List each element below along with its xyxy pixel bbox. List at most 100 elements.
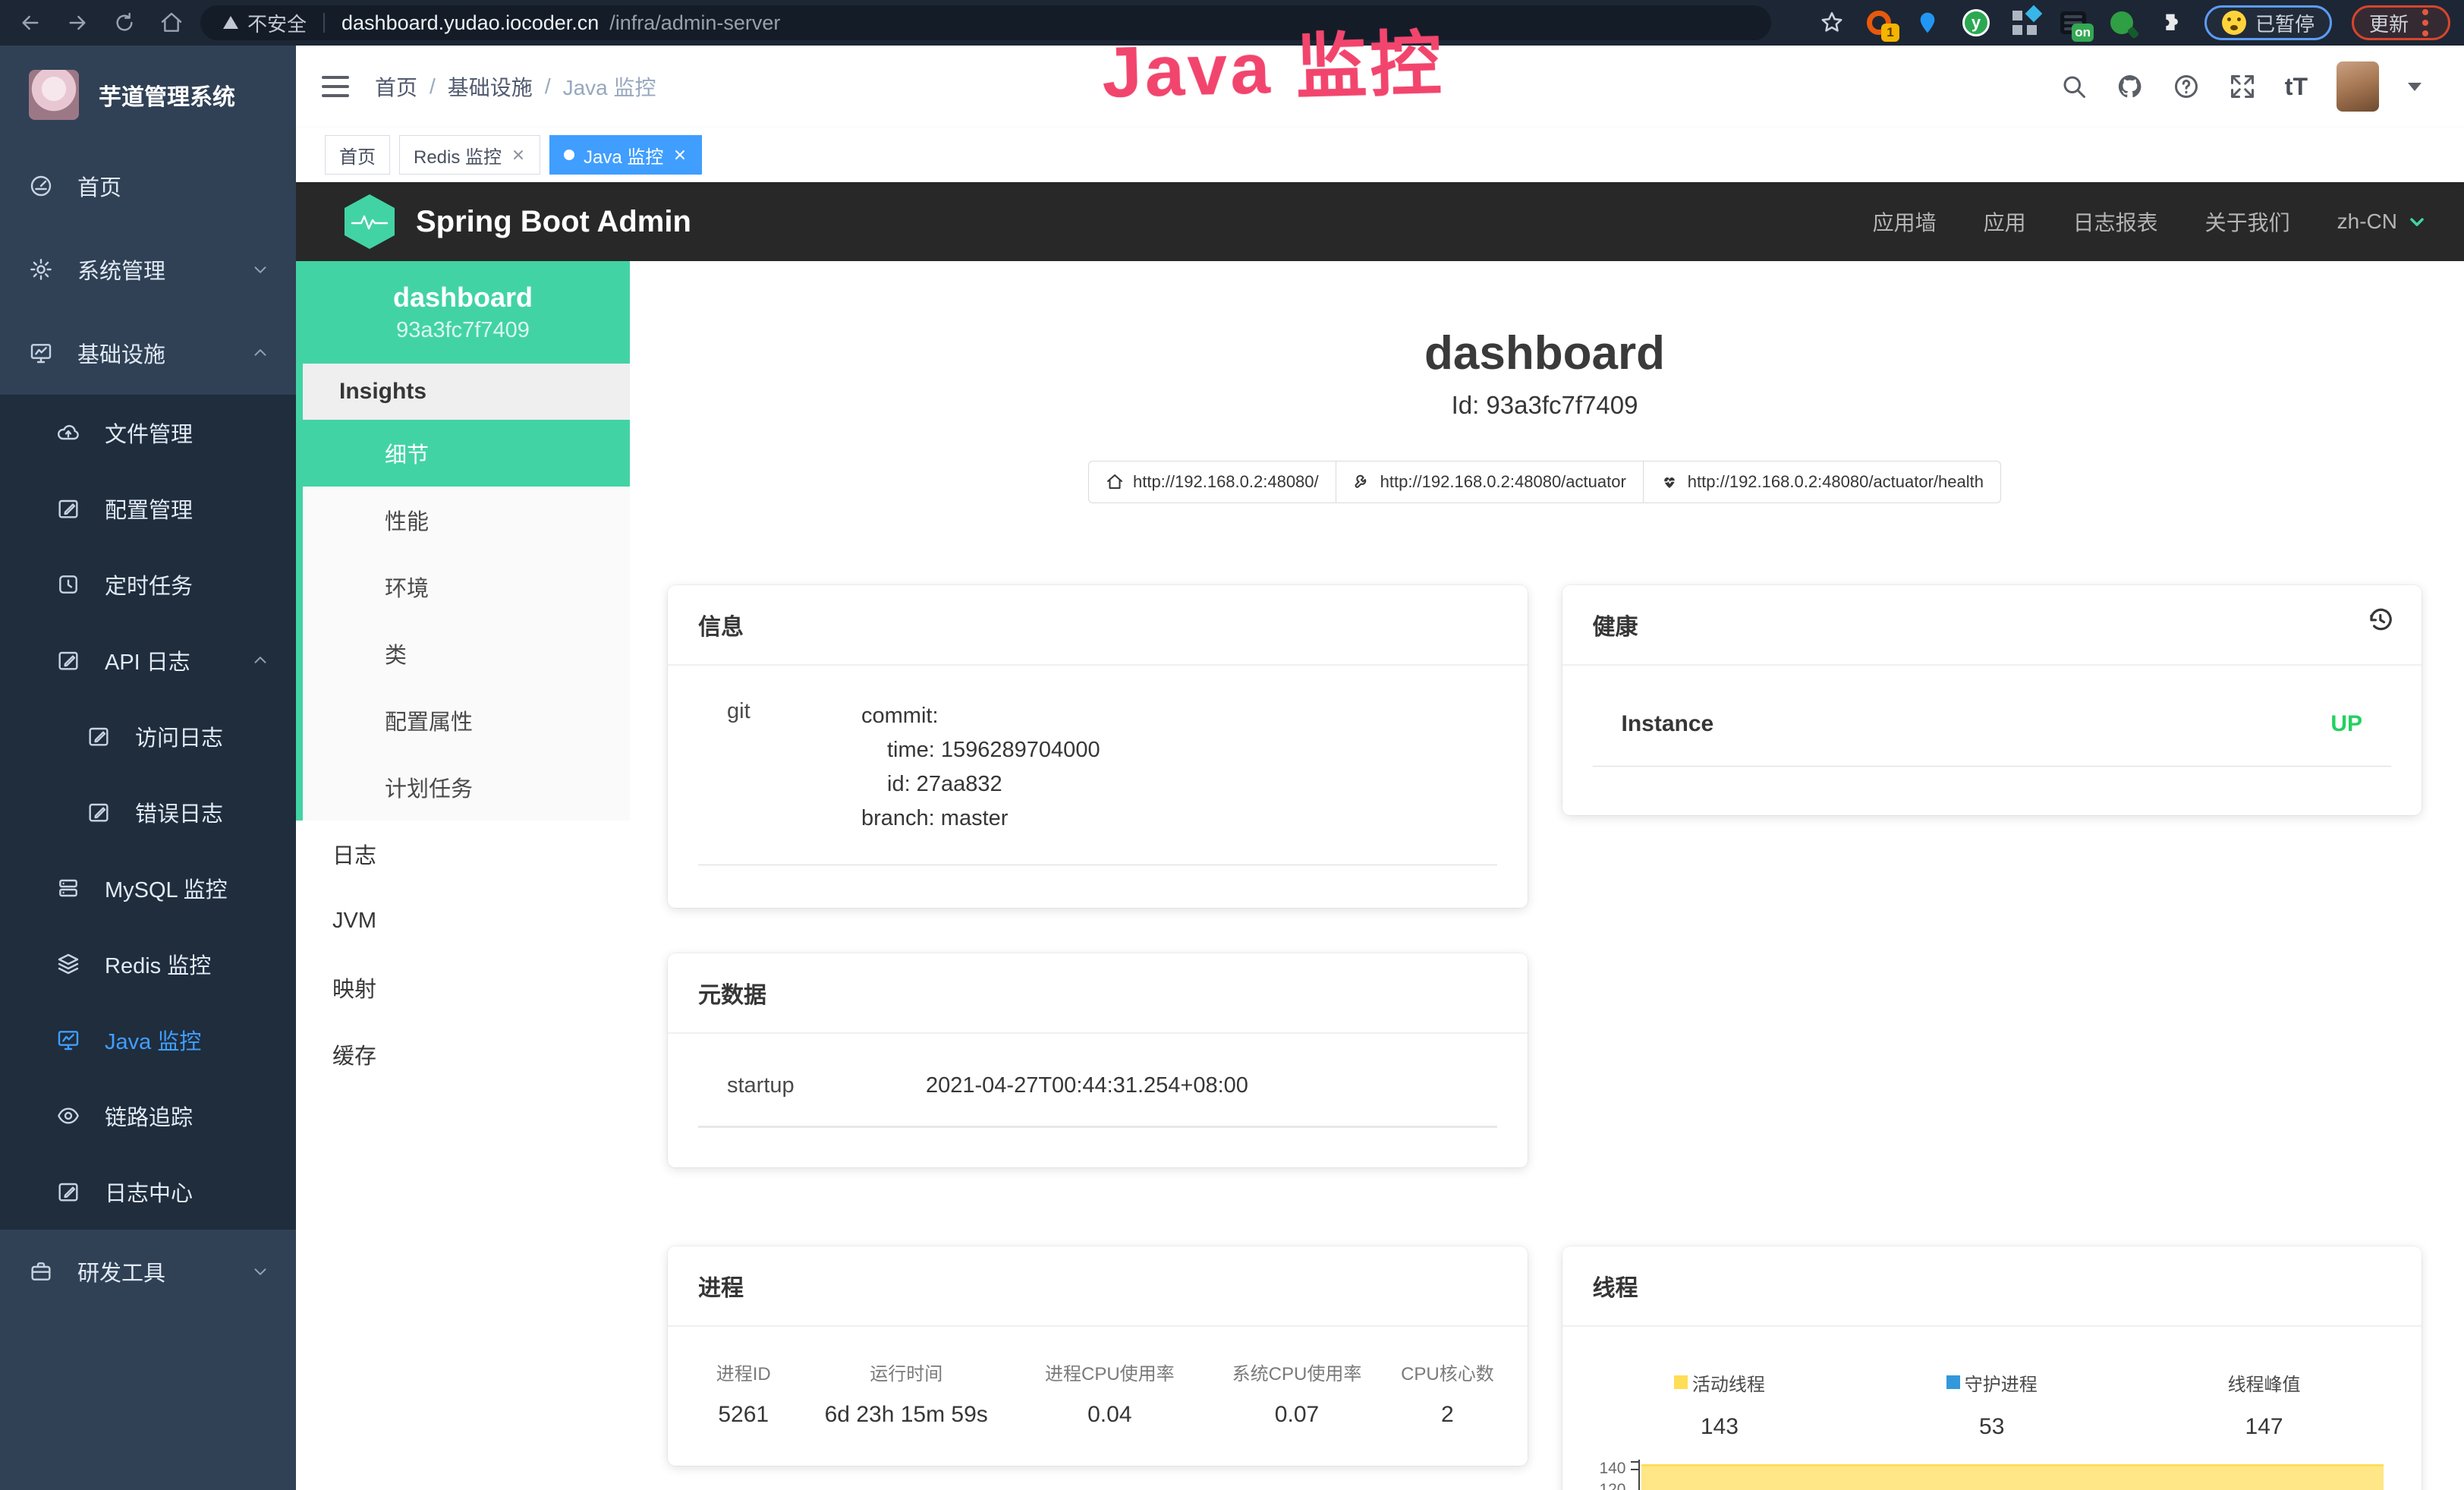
search-icon[interactable] [2060,73,2088,100]
health-url-button[interactable]: http://192.168.0.2:48080/actuator/health [1643,461,2001,503]
url-bar[interactable]: 不安全 dashboard.yudao.iocoder.cn /infra/ad… [200,5,1771,40]
back-icon[interactable] [18,11,42,35]
sba-menu-caches[interactable]: 缓存 [296,1021,630,1088]
sidebar-item-file[interactable]: 文件管理 [0,395,296,471]
sba-menu-jvm[interactable]: JVM [296,887,630,954]
help-icon[interactable] [2173,73,2200,100]
live-threads-label: 活动线程 [1692,1369,1765,1396]
sidebar-item-mysql[interactable]: MySQL 监控 [0,850,296,926]
fullscreen-icon[interactable] [2229,73,2256,100]
log-icon [87,800,111,824]
browser-chrome: 不安全 dashboard.yudao.iocoder.cn /infra/ad… [0,0,2464,46]
sidebar-item-api-log[interactable]: API 日志 [0,622,296,698]
browser-menu-icon[interactable] [2418,9,2433,36]
warning-icon [222,14,240,32]
metadata-startup-label: startup [698,1073,926,1098]
tab-redis[interactable]: Redis 监控 [399,135,540,175]
paused-pill[interactable]: 已暂停 [2204,5,2332,40]
sba-menu-details[interactable]: 细节 [303,420,630,487]
chevron-up-icon [250,650,270,670]
sba-nav-journal[interactable]: 日志报表 [2073,206,2158,237]
sba-menu-configprops[interactable]: 配置属性 [303,687,630,754]
server-icon [56,876,80,900]
breadcrumb: 首页 / 基础设施 / Java 监控 [375,71,656,102]
avatar[interactable] [2337,61,2379,112]
process-col-syscpu: 系统CPU使用率 [1211,1359,1383,1385]
sba-nav-about[interactable]: 关于我们 [2205,206,2290,237]
sba-menu-env[interactable]: 环境 [303,553,630,620]
sidebar-item-log-center[interactable]: 日志中心 [0,1154,296,1230]
hamburger-icon[interactable] [322,76,349,97]
text-size-icon[interactable]: tT [2285,73,2308,101]
timer-icon [56,572,80,597]
history-icon[interactable] [2365,605,2394,634]
tab-java[interactable]: Java 监控 [549,135,702,175]
app-logo-row[interactable]: 芋道管理系统 [0,46,296,144]
sidebar-item-redis[interactable]: Redis 监控 [0,926,296,1002]
extension-colorzilla-icon[interactable]: 1 [1865,8,1893,37]
sidebar-item-config[interactable]: 配置管理 [0,471,296,547]
daemon-threads-label: 守护进程 [1965,1369,2038,1396]
emoji-face-icon [2222,11,2246,35]
extension-on-badge: on [2072,24,2094,42]
monitor-icon [56,1028,80,1052]
sidebar-item-trace[interactable]: 链路追踪 [0,1078,296,1154]
sba-brand[interactable]: Spring Boot Admin [416,205,691,239]
sidebar-item-devtools[interactable]: 研发工具 [0,1230,296,1313]
close-icon[interactable] [672,147,688,162]
sidebar-item-java[interactable]: Java 监控 [0,1002,296,1078]
page-title: dashboard [668,326,2422,380]
extension-switch-icon[interactable]: on [2059,8,2088,37]
sba-nav-wallboard[interactable]: 应用墙 [1873,206,1937,237]
instance-id: 93a3fc7f7409 [396,318,530,343]
service-url-button[interactable]: http://192.168.0.2:48080/ [1088,461,1336,503]
sba-nav: 应用墙 应用 日志报表 关于我们 zh-CN [1873,206,2428,237]
security-indicator[interactable]: 不安全 [222,9,307,37]
extension-pin-icon[interactable] [1913,8,1942,37]
extensions-puzzle-icon[interactable] [2156,8,2185,37]
extension-grid-icon[interactable] [2010,8,2039,37]
tab-home[interactable]: 首页 [325,135,390,175]
sidebar-item-infra[interactable]: 基础设施 [0,311,296,395]
sba-nav-applications[interactable]: 应用 [1984,206,2026,237]
close-icon[interactable] [511,147,526,162]
sba-menu-mappings[interactable]: 映射 [296,954,630,1021]
sba-menu-classes[interactable]: 类 [303,620,630,687]
tabs-bar: 首页 Redis 监控 Java 监控 [296,128,2464,182]
sidebar-item-error-log[interactable]: 错误日志 [0,774,296,850]
sba-menu-logs[interactable]: 日志 [296,821,630,887]
sba-instance-header[interactable]: dashboard 93a3fc7f7409 [296,261,630,364]
breadcrumb-home[interactable]: 首页 [375,71,417,102]
breadcrumb-infra[interactable]: 基础设施 [448,71,533,102]
sba-language-select[interactable]: zh-CN [2337,209,2428,234]
process-col-uptime: 运行时间 [804,1359,1009,1385]
paused-label: 已暂停 [2255,9,2315,37]
github-icon[interactable] [2116,73,2144,100]
chevron-down-icon [2406,211,2428,232]
log-icon [56,1180,80,1204]
sidebar-item-job[interactable]: 定时任务 [0,547,296,622]
app-header: 首页 / 基础设施 / Java 监控 tT [296,46,2464,128]
stack-icon [56,952,80,976]
sidebar-item-home[interactable]: 首页 [0,144,296,228]
process-syscpu-value: 0.07 [1211,1402,1383,1428]
process-col-cores: CPU核心数 [1398,1359,1496,1385]
sba-menu-scheduled[interactable]: 计划任务 [303,754,630,821]
sidebar-item-access-log[interactable]: 访问日志 [0,698,296,774]
home-icon [1106,473,1124,491]
bookmark-star-icon[interactable] [1819,10,1845,36]
reload-icon[interactable] [112,11,137,35]
sba-menu-metrics[interactable]: 性能 [303,487,630,553]
update-button[interactable]: 更新 [2352,5,2450,40]
avatar-caret-icon[interactable] [2408,83,2422,91]
home-icon[interactable] [159,11,184,35]
actuator-url-button[interactable]: http://192.168.0.2:48080/actuator [1336,461,1644,503]
sidebar-item-system[interactable]: 系统管理 [0,228,296,311]
chevron-down-icon [250,260,270,279]
forward-icon[interactable] [65,11,90,35]
extension-magnifier-icon[interactable] [2107,8,2136,37]
y-tick-140: 140 [1584,1460,1626,1478]
extension-yudao-icon[interactable]: y [1962,8,1990,37]
daemon-threads-swatch [1946,1375,1960,1389]
info-card-title: 信息 [668,585,1528,666]
